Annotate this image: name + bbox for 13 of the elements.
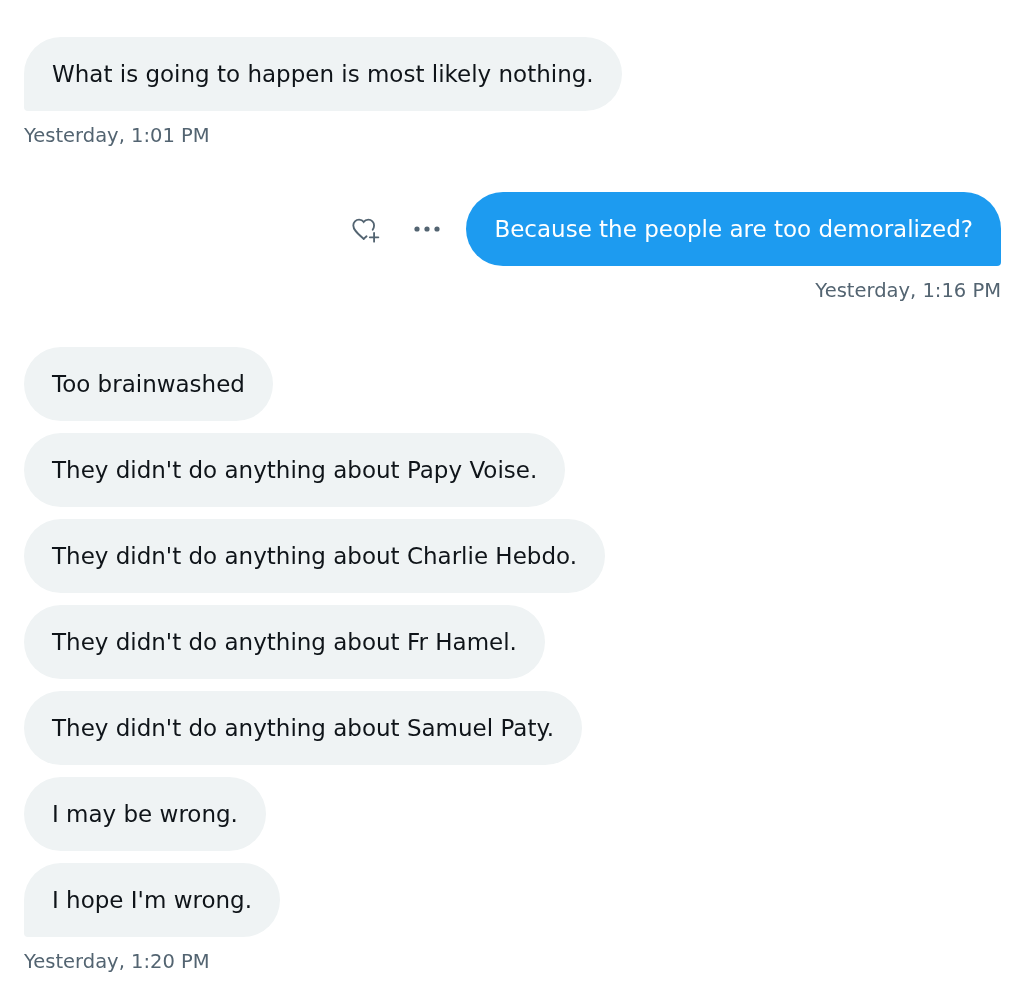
message-timestamp: Yesterday, 1:16 PM	[815, 279, 1001, 303]
message-bubble: They didn't do anything about Charlie Hebdo.	[24, 519, 605, 593]
message-bubble: Too brainwashed	[24, 347, 273, 421]
message-bubble: What is going to happen is most likely nothing.	[24, 37, 622, 111]
message-bubble: They didn't do anything about Papy Voise.	[24, 433, 566, 507]
message-bubble: Because the people are too demoralized?	[466, 192, 1001, 266]
more-icon[interactable]	[414, 226, 441, 232]
message-timestamp: Yesterday, 1:20 PM	[24, 950, 210, 974]
message-bubble: They didn't do anything about Samuel Paty.	[24, 691, 583, 765]
message-bubble: I may be wrong.	[24, 777, 266, 851]
message-bubble: They didn't do anything about Fr Hamel.	[24, 605, 545, 679]
message-bubble: I hope I'm wrong.	[24, 863, 280, 937]
message-timestamp: Yesterday, 1:01 PM	[24, 124, 210, 148]
